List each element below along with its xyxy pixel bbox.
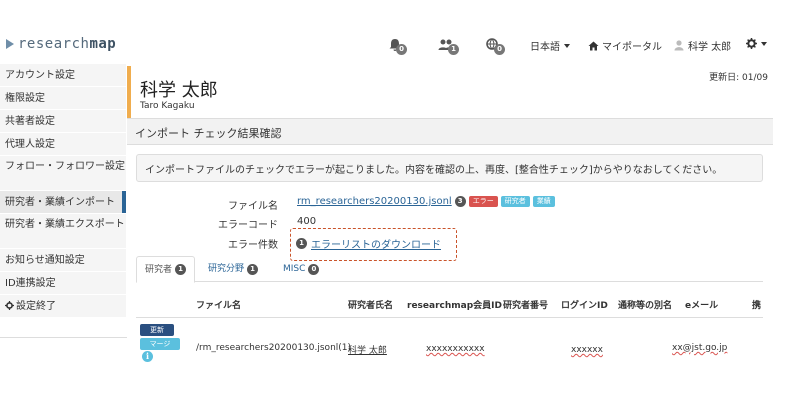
settings-dropdown[interactable] [746, 38, 767, 49]
errorcode-value: 400 [297, 216, 317, 227]
column-header-login-id: ログインID [561, 301, 608, 311]
row-filename: /rm_researchers20200130.jsonl(1) [196, 343, 352, 353]
tab-research-field[interactable]: 研究分野 1 [200, 256, 266, 282]
section-header: インポート チェック結果確認 [127, 118, 773, 145]
sidebar-item-account[interactable]: アカウント設定 [0, 64, 126, 87]
user-icon [674, 40, 684, 51]
caret-down-icon [564, 43, 570, 48]
gear-icon [5, 301, 14, 310]
table-header-rule [136, 317, 763, 318]
caret-down-icon [761, 41, 767, 46]
logo-suffix: map [89, 36, 117, 52]
sidebar-item-follow[interactable]: フォロー・フォロワー設定 [0, 156, 126, 191]
tab-count-badge: 0 [308, 263, 320, 275]
column-header-filename: ファイル名 [196, 301, 242, 311]
merge-button[interactable]: マージ [140, 338, 180, 350]
sidebar-item-export[interactable]: 研究者・業績エクスポート [0, 214, 126, 249]
logo-prefix: research [18, 36, 90, 52]
language-dropdown[interactable]: 日本語 [530, 38, 570, 53]
column-header-email: eメール [685, 301, 719, 311]
result-tabs: 研究者 1 研究分野 1 MISC 0 [136, 256, 763, 283]
filename-value: rm_researchers20200130.jsonl 3 エラー 研究者 業… [297, 196, 555, 207]
sidebar-item-id-link[interactable]: ID連携設定 [0, 272, 126, 295]
error-tag: エラー [468, 196, 498, 207]
column-header-member-id: researchmap会員ID [407, 301, 502, 311]
followers-button[interactable]: 1 [438, 38, 459, 55]
home-icon [588, 41, 599, 50]
error-alert: インポートファイルのチェックでエラーが起こりました。内容を確認の上、再度、[整合… [136, 154, 763, 182]
researcher-tag: 研究者 [500, 196, 530, 207]
sidebar-item-permissions[interactable]: 権限設定 [0, 87, 126, 110]
tab-count-badge: 1 [247, 263, 259, 275]
column-header-name: 研究者氏名 [348, 301, 394, 311]
updated-date: 更新日: 01/09 [709, 73, 768, 83]
top-navbar: researchmap 0 1 0 日本語 マイポータル 科学 太郎 [0, 0, 800, 62]
profile-name-jp: 科学 太郎 [140, 80, 218, 101]
notification-bell-button[interactable]: 0 [388, 38, 407, 55]
network-button[interactable]: 0 [486, 38, 505, 55]
user-menu-link[interactable]: 科学 太郎 [674, 38, 731, 53]
sidebar-item-proxy[interactable]: 代理人設定 [0, 133, 126, 156]
notification-count-badge: 0 [396, 44, 407, 55]
column-header-alias: 通称等の別名 [618, 301, 673, 311]
profile-accent-bar [127, 66, 131, 118]
row-login-id: xxxxxx [571, 345, 603, 355]
errorcode-label: エラーコード [218, 220, 278, 231]
settings-sidebar: アカウント設定 権限設定 共著者設定 代理人設定 フォロー・フォロワー設定 研究… [0, 64, 126, 337]
logo-triangle-icon [6, 39, 14, 49]
user-name-label: 科学 太郎 [688, 42, 732, 53]
column-header-researcher-number: 研究者番号 [503, 301, 549, 311]
my-portal-link[interactable]: マイポータル [588, 38, 662, 53]
sidebar-item-finish[interactable]: 設定終了 [0, 295, 126, 318]
tab-count-badge: 1 [175, 264, 187, 275]
update-button[interactable]: 更新 [140, 324, 174, 336]
tab-misc[interactable]: MISC 0 [275, 256, 327, 282]
language-label: 日本語 [530, 42, 560, 53]
row-email: xx@jst.go.jp [672, 343, 728, 353]
researchmap-logo[interactable]: researchmap [6, 36, 116, 52]
followers-count-badge: 1 [448, 44, 459, 55]
filename-link[interactable]: rm_researchers20200130.jsonl [297, 196, 452, 207]
tab-researcher[interactable]: 研究者 1 [136, 256, 196, 283]
sidebar-item-coauthors[interactable]: 共著者設定 [0, 110, 126, 133]
sidebar-bottom-rule [0, 337, 127, 338]
errorcount-label: エラー件数 [228, 240, 278, 251]
filename-count-badge: 3 [454, 196, 466, 207]
gear-icon [746, 38, 757, 49]
sidebar-item-import[interactable]: 研究者・業績インポート [0, 191, 126, 214]
my-portal-label: マイポータル [602, 42, 662, 53]
row-member-id: xxxxxxxxxxx [426, 344, 485, 354]
network-count-badge: 0 [494, 44, 505, 55]
achievement-tag: 業績 [532, 196, 555, 207]
filename-label: ファイル名 [228, 201, 278, 212]
profile-name-en: Taro Kagaku [140, 101, 195, 111]
sidebar-item-notifications[interactable]: お知らせ通知設定 [0, 249, 126, 272]
row-researcher-name-link[interactable]: 科学 太郎 [348, 343, 387, 356]
section-title: インポート チェック結果確認 [135, 127, 282, 140]
column-header-mobile: 携 [752, 301, 762, 311]
info-icon[interactable]: i [142, 351, 153, 362]
